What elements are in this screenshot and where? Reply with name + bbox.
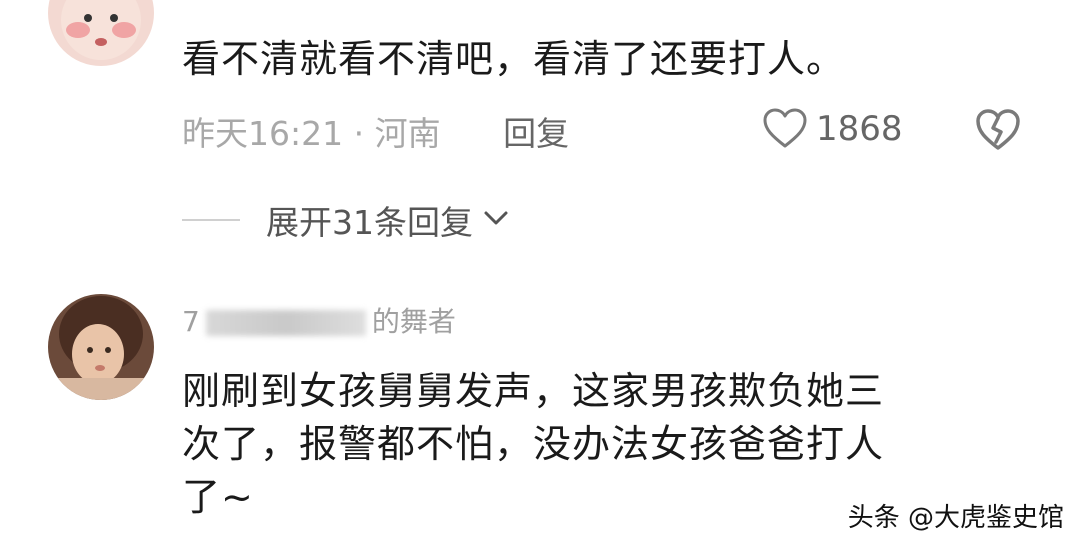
username-end: 的舞者	[371, 305, 456, 338]
username-start: 7	[182, 305, 200, 338]
like-count: 1868	[816, 109, 903, 149]
comment-1-location: 河南	[374, 114, 441, 153]
divider-line	[182, 219, 240, 221]
comment-1-text: 看不清就看不清吧，看清了还要打人。	[182, 33, 845, 86]
broken-heart-icon	[974, 109, 1022, 156]
like-button[interactable]: 1868	[762, 108, 903, 150]
dislike-button[interactable]	[974, 108, 1022, 156]
comment-2-line-1: 刚刷到女孩舅舅发声，这家男孩欺负她三	[182, 369, 885, 413]
reply-button[interactable]: 回复	[503, 114, 569, 153]
avatar-comment-2[interactable]	[48, 294, 154, 400]
watermark: 头条 @大虎鉴史馆	[847, 503, 1064, 533]
expand-replies-label: 展开31条回复	[266, 203, 473, 242]
comment-2-username[interactable]: 7 的舞者	[182, 300, 456, 340]
comment-1-meta: 昨天16:21 · 河南 回复	[182, 107, 569, 155]
meta-separator: ·	[353, 114, 365, 153]
comment-2-line-3: 了~	[182, 475, 254, 519]
comment-2-line-2: 次了，报警都不怕，没办法女孩爸爸打人	[182, 422, 885, 466]
expand-replies-button[interactable]: 展开31条回复	[182, 196, 511, 244]
username-redacted	[205, 310, 366, 336]
comment-1-time: 昨天16:21	[182, 114, 344, 153]
chevron-down-icon	[473, 208, 511, 232]
heart-icon	[762, 108, 808, 150]
comment-2-text: 刚刷到女孩舅舅发声，这家男孩欺负她三 次了，报警都不怕，没办法女孩爸爸打人 了~	[182, 365, 884, 524]
comment-1-body: 看不清就看不清吧，看清了还要打人。	[182, 37, 846, 81]
avatar-comment-1[interactable]	[48, 0, 154, 66]
